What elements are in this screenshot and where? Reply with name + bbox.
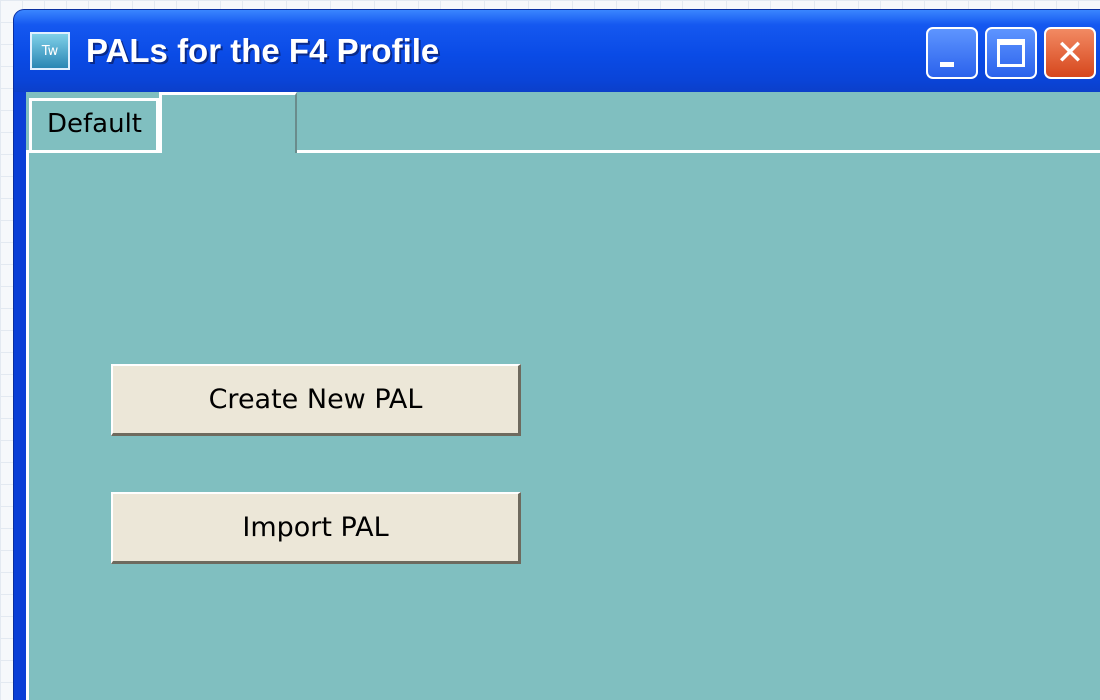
create-new-pal-button[interactable]: Create New PAL (111, 364, 521, 436)
import-pal-button[interactable]: Import PAL (111, 492, 521, 564)
tab-default[interactable]: Default (29, 98, 159, 150)
client-area: Default Create New PAL Import PAL (26, 92, 1100, 700)
pals-window: Tw PALs for the F4 Profile ✕ Default Cre… (14, 10, 1100, 700)
minimize-icon (940, 62, 954, 67)
minimize-button[interactable] (926, 27, 978, 79)
title-bar[interactable]: Tw PALs for the F4 Profile ✕ (14, 10, 1100, 92)
create-new-pal-label: Create New PAL (208, 384, 423, 415)
panel-border (26, 150, 29, 700)
app-icon[interactable]: Tw (30, 32, 70, 70)
maximize-icon (997, 39, 1025, 67)
close-button[interactable]: ✕ (1044, 27, 1096, 79)
window-title: PALs for the F4 Profile (86, 32, 440, 69)
tab-unnamed[interactable] (159, 92, 297, 153)
tab-default-label: Default (47, 109, 142, 139)
maximize-button[interactable] (985, 27, 1037, 79)
import-pal-label: Import PAL (242, 512, 389, 543)
close-icon: ✕ (1055, 33, 1085, 73)
app-icon-label: Tw (41, 43, 59, 59)
